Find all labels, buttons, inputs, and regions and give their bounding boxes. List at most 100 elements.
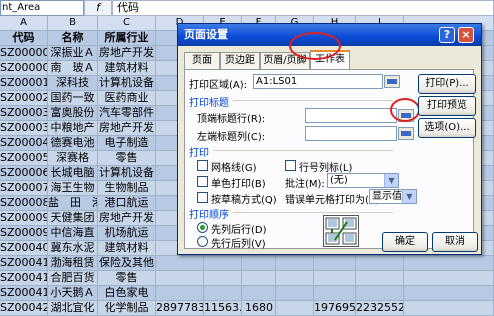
table-cell[interactable]: SZ000422 xyxy=(0,301,48,316)
table-cell[interactable] xyxy=(156,256,204,271)
top-rows-input[interactable] xyxy=(305,108,397,123)
column-header[interactable]: C xyxy=(98,16,156,31)
table-cell[interactable]: SZ000078 xyxy=(0,181,48,196)
table-cell[interactable] xyxy=(204,256,242,271)
table-cell[interactable]: 2232552 xyxy=(356,301,404,316)
table-cell[interactable]: 天健集团 xyxy=(48,211,98,226)
table-cell[interactable]: 零售 xyxy=(98,271,156,286)
close-button[interactable]: × xyxy=(458,27,474,43)
table-cell[interactable]: SZ000415 xyxy=(0,256,48,271)
table-cell[interactable]: 房地产开发 xyxy=(98,211,156,226)
help-button[interactable]: ? xyxy=(439,27,455,43)
column-header[interactable]: A xyxy=(0,16,48,31)
table-cell[interactable]: 建筑材料 xyxy=(98,241,156,256)
table-cell[interactable]: 港口航运 xyxy=(98,196,156,211)
table-cell[interactable]: 白色家电 xyxy=(98,286,156,301)
print-area-collapse-icon[interactable] xyxy=(384,75,400,88)
table-cell[interactable]: 盐 田 港 xyxy=(48,196,98,211)
print-button[interactable]: 打印(P)... xyxy=(418,74,476,94)
table-cell[interactable]: 海王生物 xyxy=(48,181,98,196)
table-cell[interactable]: 28977834 xyxy=(156,301,204,316)
header-cell[interactable]: 所属行业 xyxy=(98,31,156,46)
formula-input[interactable]: 代码 xyxy=(112,0,494,16)
table-cell[interactable]: SZ000417 xyxy=(0,271,48,286)
table-cell[interactable]: 房地产开发 xyxy=(98,121,156,136)
table-cell[interactable]: SZ000031 xyxy=(0,121,48,136)
options-button[interactable]: 选项(O)... xyxy=(418,118,476,138)
table-cell[interactable]: 深科技 xyxy=(48,76,98,91)
table-cell[interactable]: 11563.38 xyxy=(204,301,242,316)
mono-checkbox[interactable] xyxy=(197,176,208,187)
table-cell[interactable] xyxy=(356,256,404,271)
table-cell[interactable]: SZ000006 xyxy=(0,46,48,61)
name-box[interactable]: nt_Area xyxy=(0,0,84,16)
table-cell[interactable]: 德赛电池 xyxy=(48,136,98,151)
table-cell[interactable]: 国药一致 xyxy=(48,91,98,106)
table-cell[interactable]: 冀东水泥 xyxy=(48,241,98,256)
draft-checkbox[interactable] xyxy=(197,192,208,203)
ok-button[interactable]: 确定 xyxy=(382,232,428,252)
table-cell[interactable]: 医药商业 xyxy=(98,91,156,106)
table-cell[interactable] xyxy=(156,286,204,301)
table-cell[interactable]: SZ000009 xyxy=(0,61,48,76)
table-cell[interactable]: SZ000058 xyxy=(0,151,48,166)
table-cell[interactable]: 南 玻Ａ xyxy=(48,61,98,76)
print-preview-button[interactable]: 打印预览(W) xyxy=(418,96,476,129)
table-cell[interactable] xyxy=(314,286,356,301)
table-cell[interactable]: SZ000418 xyxy=(0,286,48,301)
table-cell[interactable]: SZ000401 xyxy=(0,241,48,256)
table-cell[interactable]: SZ000066 xyxy=(0,166,48,181)
errors-select[interactable]: 显示值 ▼ xyxy=(369,189,417,204)
table-cell[interactable] xyxy=(242,256,276,271)
table-cell[interactable]: 小天鹅Ａ xyxy=(48,286,98,301)
table-cell[interactable]: 机场航运 xyxy=(98,226,156,241)
table-cell[interactable]: SZ000090 xyxy=(0,211,48,226)
table-cell[interactable] xyxy=(276,301,314,316)
table-cell[interactable] xyxy=(314,256,356,271)
left-cols-input[interactable] xyxy=(305,126,397,141)
table-cell[interactable] xyxy=(404,256,494,271)
left-cols-collapse-icon[interactable] xyxy=(398,127,414,140)
table-cell[interactable]: 保险及其他 xyxy=(98,256,156,271)
gridlines-checkbox[interactable] xyxy=(197,160,208,171)
table-cell[interactable]: 化学制品 xyxy=(98,301,156,316)
row-col-headers-checkbox[interactable] xyxy=(285,160,296,171)
table-cell[interactable] xyxy=(204,271,242,286)
table-cell[interactable]: 计算机设备 xyxy=(98,76,156,91)
table-cell[interactable]: SZ000099 xyxy=(0,226,48,241)
table-cell[interactable]: 长城电脑 xyxy=(48,166,98,181)
table-cell[interactable]: SZ000088 xyxy=(0,196,48,211)
table-cell[interactable]: 渤海租赁 xyxy=(48,256,98,271)
table-cell[interactable]: SZ000012 xyxy=(0,76,48,91)
header-cell[interactable]: 名称 xyxy=(48,31,98,46)
table-cell[interactable]: 电子制造 xyxy=(98,136,156,151)
table-cell[interactable]: 合肥百货 xyxy=(48,271,98,286)
table-cell[interactable] xyxy=(276,271,314,286)
tab-margins[interactable]: 页边距 xyxy=(220,52,260,69)
table-cell[interactable] xyxy=(204,286,242,301)
table-cell[interactable] xyxy=(242,271,276,286)
header-cell[interactable]: 代码 xyxy=(0,31,48,46)
table-cell[interactable]: 深赛格 xyxy=(48,151,98,166)
table-cell[interactable] xyxy=(276,256,314,271)
table-cell[interactable]: 计算机设备 xyxy=(98,166,156,181)
table-cell[interactable]: SZ000030 xyxy=(0,106,48,121)
table-cell[interactable] xyxy=(276,286,314,301)
table-cell[interactable]: 中粮地产 xyxy=(48,121,98,136)
table-cell[interactable]: 中信海直 xyxy=(48,226,98,241)
table-cell[interactable]: 建筑材料 xyxy=(98,61,156,76)
table-cell[interactable]: SZ000049 xyxy=(0,136,48,151)
table-cell[interactable] xyxy=(156,271,204,286)
tab-page[interactable]: 页面 xyxy=(184,52,220,69)
print-area-input[interactable]: A1:LS01 xyxy=(253,74,383,89)
cancel-button[interactable]: 取消 xyxy=(432,232,478,252)
comments-select[interactable]: (无) ▼ xyxy=(327,173,399,188)
table-cell[interactable]: 1680 xyxy=(242,301,276,316)
column-header[interactable]: B xyxy=(48,16,98,31)
table-cell[interactable] xyxy=(356,271,404,286)
table-cell[interactable]: SZ000028 xyxy=(0,91,48,106)
table-cell[interactable] xyxy=(404,301,494,316)
down-then-over-radio[interactable] xyxy=(197,222,208,233)
table-cell[interactable] xyxy=(404,271,494,286)
fx-icon[interactable]: f xyxy=(84,0,112,16)
